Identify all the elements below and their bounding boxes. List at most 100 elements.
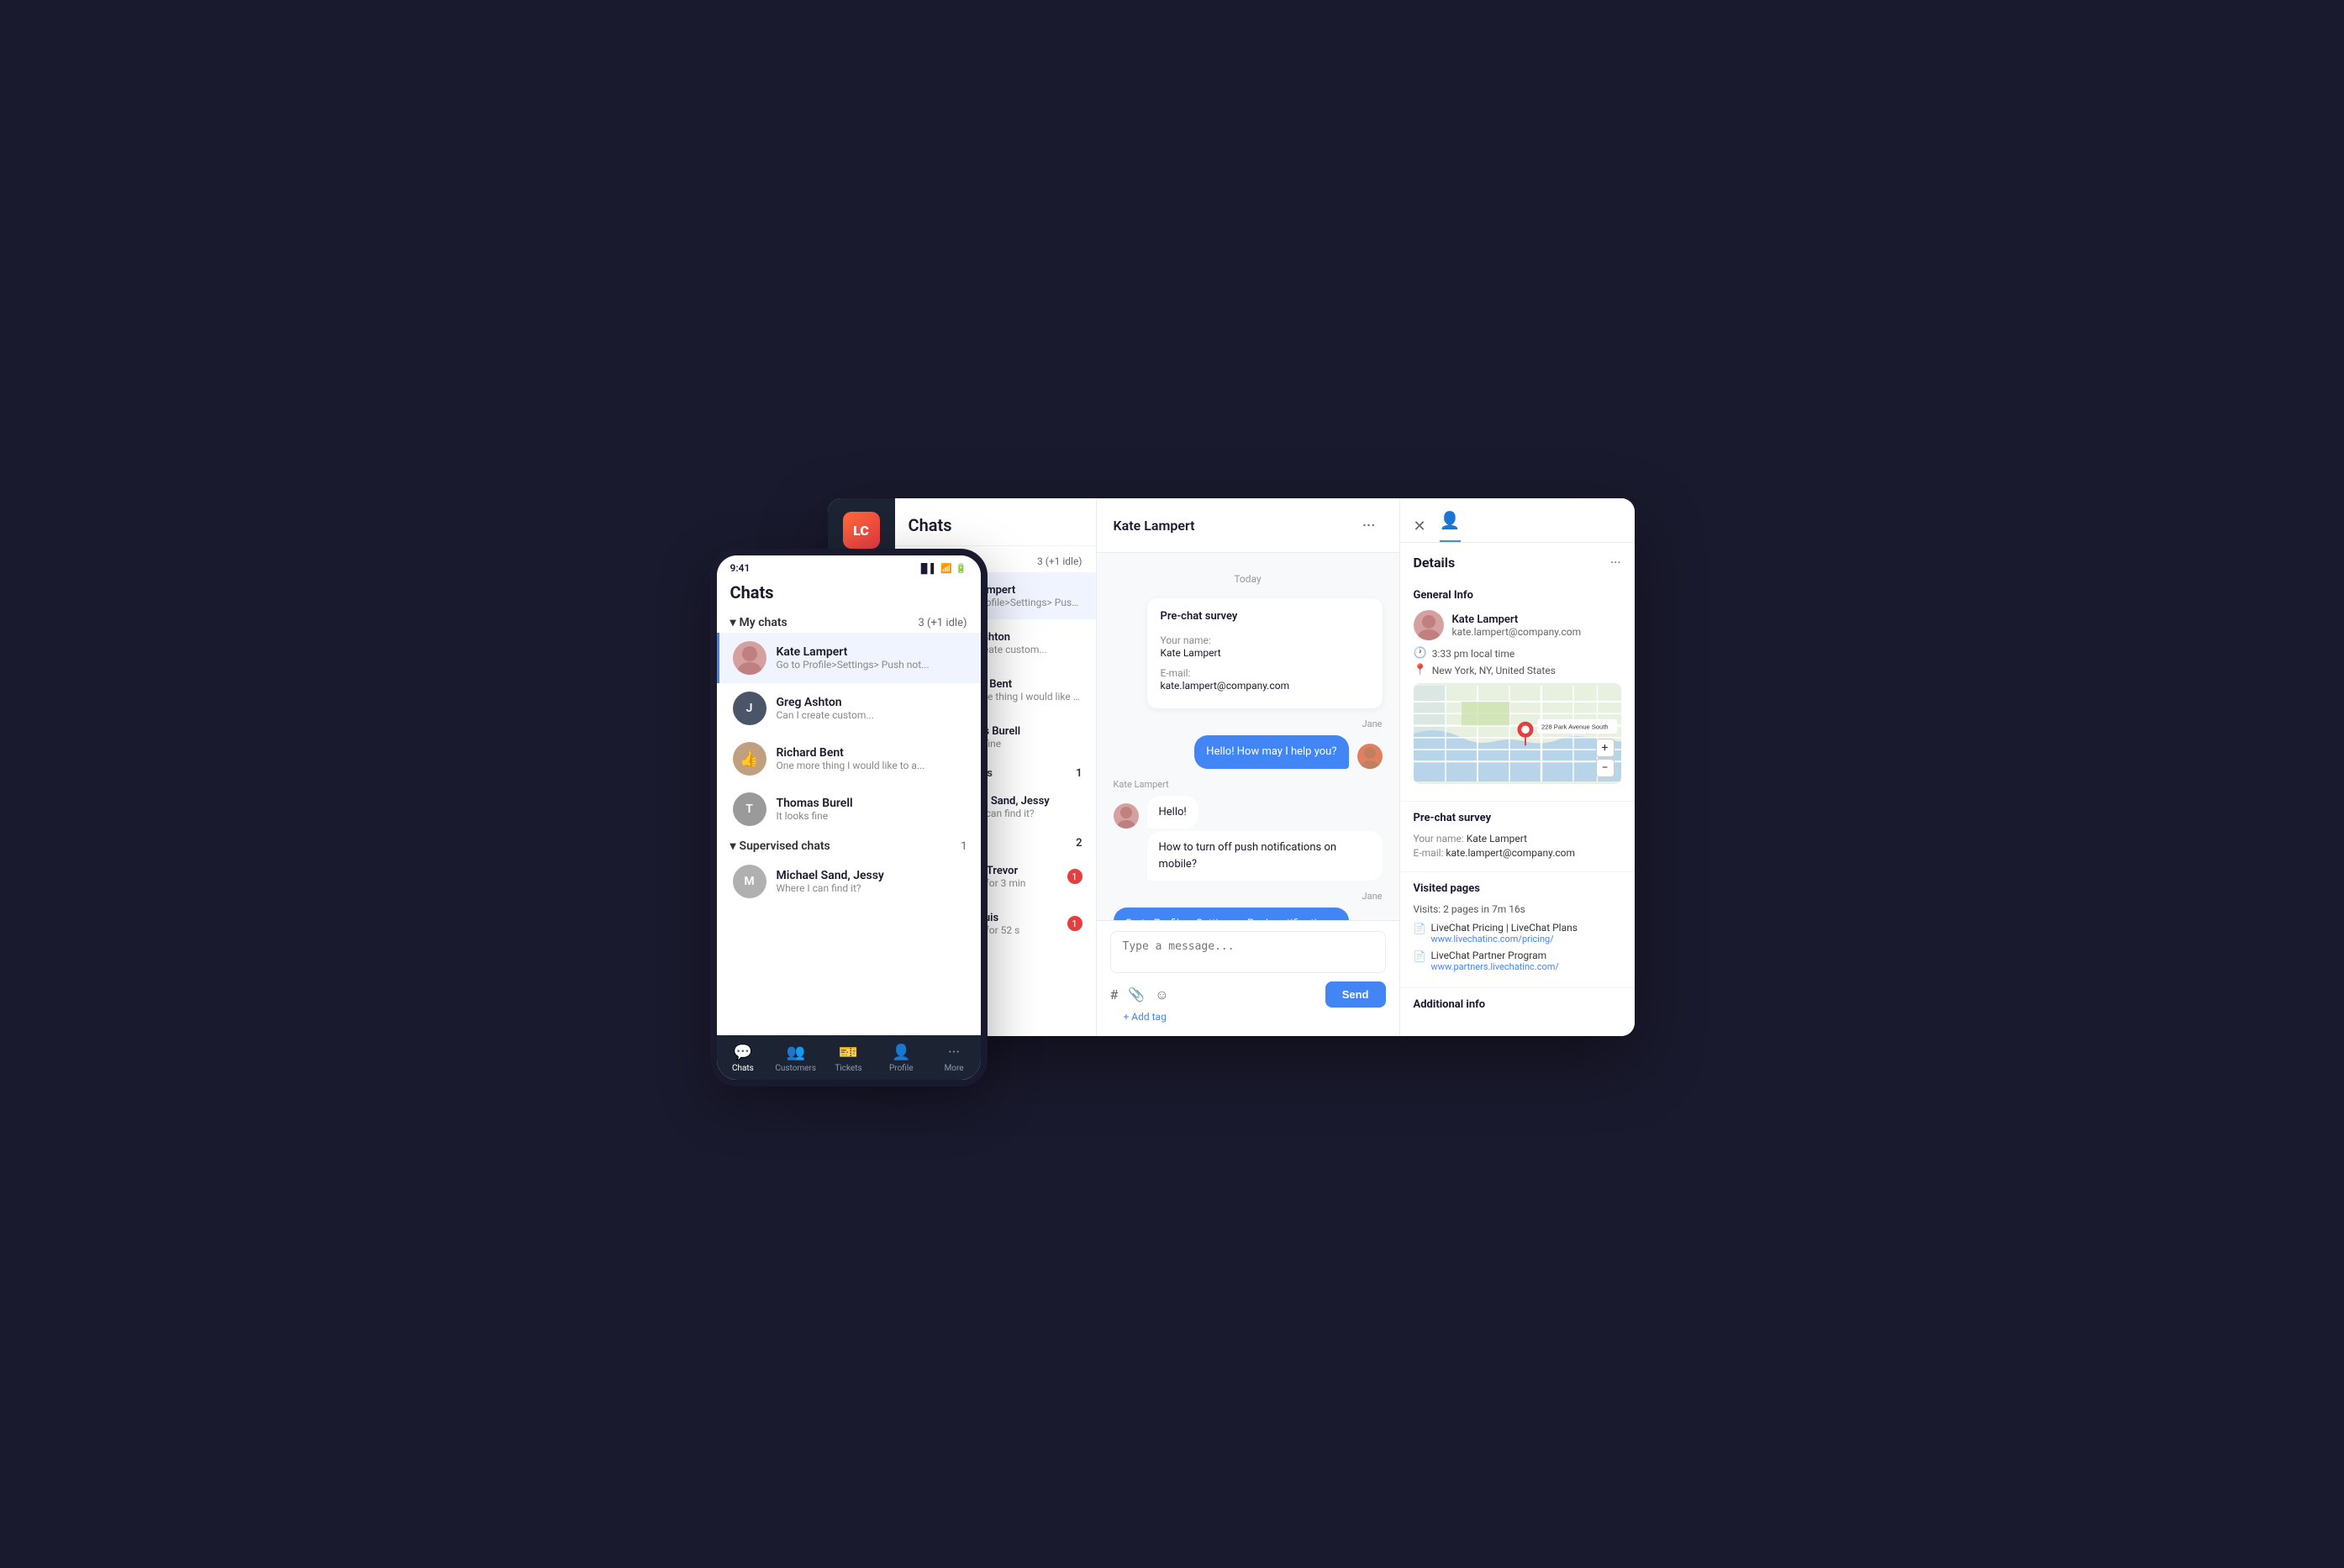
right-panel-header: ✕ 👤 [1400, 498, 1635, 543]
page-item-1: 📄 LiveChat Pricing | LiveChat Plans www.… [1414, 922, 1621, 944]
logo: LC [843, 512, 880, 549]
attach-icon[interactable]: 📎 [1128, 987, 1145, 1003]
mobile-avatar-kate [733, 641, 766, 675]
date-divider: Today [1114, 573, 1383, 585]
pre-chat-title: Pre-chat survey [1161, 610, 1369, 623]
survey-email-label: E-mail: [1414, 847, 1446, 859]
chat-more-button[interactable]: ··· [1356, 512, 1383, 539]
nav-profile-icon: 👤 [892, 1044, 910, 1061]
pre-chat-name-field: Your name: Kate Lampert [1161, 631, 1369, 659]
mobile-header: Chats [717, 577, 981, 611]
mobile-nav-tickets[interactable]: 🎫 Tickets [822, 1044, 875, 1073]
mobile-supervised-label: Supervised chats [740, 839, 830, 853]
location-value: New York, NY, United States [1432, 665, 1556, 676]
nav-tickets-label: Tickets [835, 1064, 861, 1073]
chat-header-title: Kate Lampert [1114, 518, 1195, 534]
wifi-icon: 📶 [940, 563, 952, 574]
zoom-out-button[interactable]: − [1596, 759, 1614, 777]
clock-icon: 🕐 [1414, 647, 1427, 660]
mobile-supervised-header: ▾ Supervised chats 1 [717, 834, 981, 856]
nav-tickets-icon: 🎫 [839, 1044, 857, 1061]
message-group-agent-1: Jane Hello! How may I help you? [1114, 718, 1383, 769]
mobile-chat-item-michael[interactable]: M Michael Sand, Jessy Where I can find i… [717, 856, 981, 907]
mobile-chat-name-kate: Kate Lampert [777, 645, 967, 659]
mobile-my-chats-count: 3 (+1 idle) [919, 617, 967, 629]
page-url-1: www.livechatinc.com/pricing/ [1430, 934, 1578, 944]
mobile-supervised-title: ▾ Supervised chats [730, 839, 830, 853]
mobile-nav-customers[interactable]: 👥 Customers [769, 1044, 822, 1073]
time-value: 3:33 pm local time [1432, 648, 1515, 660]
customer-label: Kate Lampert [1114, 779, 1383, 790]
right-panel: ✕ 👤 Details ··· General Info [1399, 498, 1635, 1036]
chat-list-header: Chats [895, 498, 1096, 546]
pre-chat-email-label: E-mail: [1161, 667, 1191, 679]
mobile-status-bar: 9:41 ▐▌▌ 📶 🔋 [717, 555, 981, 577]
message-row-agent-1: Hello! How may I help you? [1194, 735, 1382, 769]
emoji-icon[interactable]: ☺ [1155, 987, 1168, 1003]
nav-chats-label: Chats [732, 1064, 754, 1073]
add-tag-button[interactable]: + Add tag [1110, 1008, 1386, 1026]
message-row-agent-2: Go to Profile > Settings > Push notifica… [1114, 908, 1383, 920]
page-item-2: 📄 LiveChat Partner Program www.partners.… [1414, 950, 1621, 972]
mobile-supervised-arrow[interactable]: ▾ [730, 839, 736, 853]
nav-more-label: More [945, 1064, 964, 1073]
mobile-chat-info-richard: Richard Bent One more thing I would like… [777, 746, 967, 771]
message-input-area: # 📎 ☺ Send + Add tag [1097, 920, 1399, 1036]
mobile-chat-item-richard[interactable]: 👍 Richard Bent One more thing I would li… [717, 734, 981, 784]
message-input[interactable] [1110, 931, 1386, 973]
general-info-title: General Info [1414, 589, 1621, 602]
map-controls: + − [1596, 739, 1614, 777]
mobile-chat-item-kate[interactable]: Kate Lampert Go to Profile>Settings> Pus… [717, 633, 981, 683]
mobile-chat-preview-greg: Can I create custom... [777, 709, 967, 721]
mobile-chat-name-thomas: Thomas Burell [777, 797, 967, 810]
send-button[interactable]: Send [1325, 981, 1386, 1008]
pre-chat-email-value: kate.lampert@company.com [1161, 680, 1369, 692]
mobile-collapse-arrow[interactable]: ▾ [730, 616, 736, 629]
hashtag-icon[interactable]: # [1110, 987, 1119, 1003]
mobile-nav-profile[interactable]: 👤 Profile [875, 1044, 928, 1073]
customer-detail-avatar [1414, 610, 1444, 640]
customer-detail-name: Kate Lampert [1452, 613, 1582, 626]
mobile-my-chats-label: My chats [740, 616, 787, 629]
agent-label-1: Jane [1362, 718, 1383, 729]
pre-chat-email-field: E-mail: kate.lampert@company.com [1161, 664, 1369, 692]
location-icon: 📍 [1414, 664, 1427, 676]
customer-name-row: Kate Lampert kate.lampert@company.com [1414, 610, 1621, 640]
visited-pages-title: Visited pages [1414, 882, 1621, 895]
additional-info-section: Additional info [1400, 988, 1635, 1021]
page-icon-1: 📄 [1414, 923, 1426, 934]
badge-patrick: 1 [1067, 869, 1082, 884]
mobile-chat-name-richard: Richard Bent [777, 746, 967, 760]
page-url-2: www.partners.livechatinc.com/ [1430, 961, 1558, 972]
details-more-button[interactable]: ··· [1610, 555, 1621, 571]
survey-email-value: kate.lampert@company.com [1446, 847, 1575, 859]
status-icons: ▐▌▌ 📶 🔋 [918, 563, 967, 574]
close-button[interactable]: ✕ [1414, 518, 1426, 535]
mobile-chat-item-greg[interactable]: J Greg Ashton Can I create custom... [717, 683, 981, 734]
mobile-chat-list: Kate Lampert Go to Profile>Settings> Pus… [717, 633, 981, 1035]
mobile-my-chats-header: ▾ My chats 3 (+1 idle) [717, 611, 981, 633]
page-icon-2: 📄 [1414, 950, 1426, 962]
details-title: Details [1414, 555, 1456, 571]
survey-name-label: Your name: [1414, 833, 1467, 845]
svg-text:228 Park Avenue South: 228 Park Avenue South [1541, 723, 1609, 730]
zoom-in-button[interactable]: + [1596, 739, 1614, 757]
mobile-chat-info-kate: Kate Lampert Go to Profile>Settings> Pus… [777, 645, 967, 671]
mobile-chat-preview-michael: Where I can find it? [777, 882, 967, 894]
mobile-nav-chats[interactable]: 💬 Chats [717, 1044, 770, 1073]
battery-icon: 🔋 [956, 563, 967, 574]
mobile-nav-more[interactable]: ··· More [928, 1044, 981, 1073]
profile-tab[interactable]: 👤 [1440, 510, 1461, 542]
input-actions: # 📎 ☺ Send [1110, 981, 1386, 1008]
message-row-customer-2: How to turn off push notifications on mo… [1147, 831, 1383, 881]
details-header: Details ··· [1400, 543, 1635, 579]
mobile-chat-name-greg: Greg Ashton [777, 696, 967, 709]
general-info-section: General Info Kate Lampert kate.lampert@c… [1400, 579, 1635, 802]
mobile-chat-item-thomas[interactable]: T Thomas Burell It looks fine [717, 784, 981, 834]
pre-chat-info: Your name: Kate Lampert E-mail: kate.lam… [1414, 833, 1621, 859]
mobile-chat-preview-kate: Go to Profile>Settings> Push not... [777, 659, 967, 671]
mobile-bottom-nav: 💬 Chats 👥 Customers 🎫 Tickets 👤 Profile … [717, 1035, 981, 1080]
my-chats-count: 3 (+1 idle) [1037, 555, 1082, 567]
page-title-2: LiveChat Partner Program [1430, 950, 1558, 961]
customer-avatar [1114, 803, 1139, 829]
